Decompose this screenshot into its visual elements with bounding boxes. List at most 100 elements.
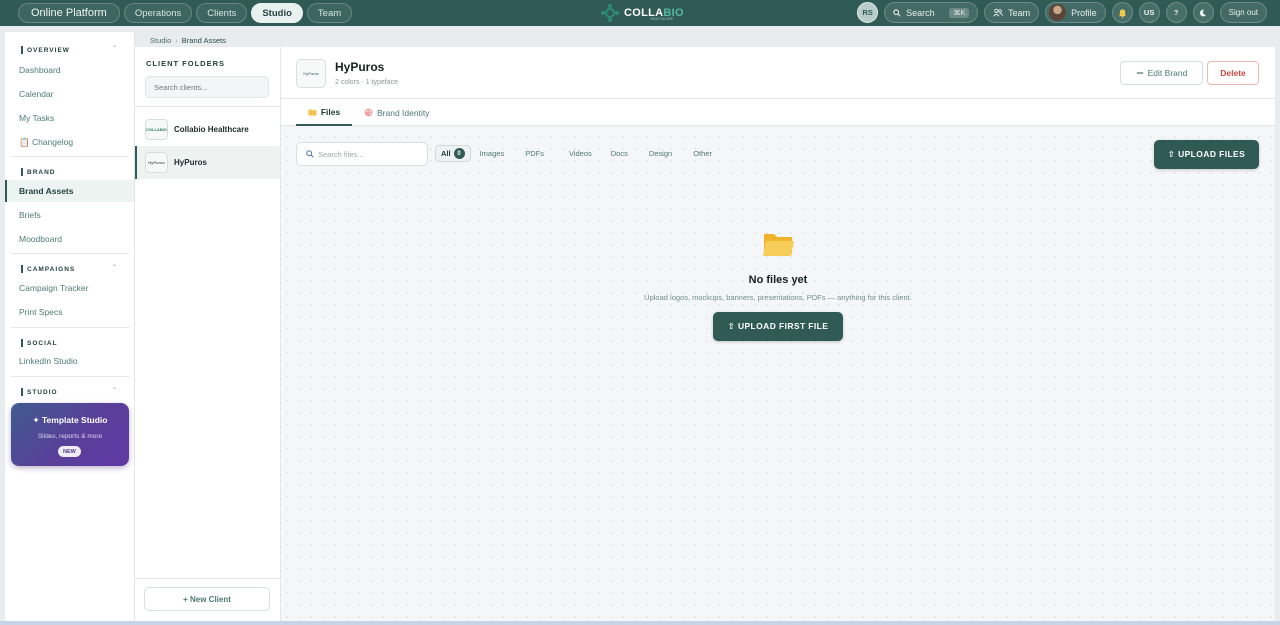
- team-label: Team: [1008, 7, 1031, 18]
- taskbar-edge: [0, 621, 1280, 625]
- edit-icon: [1136, 72, 1143, 74]
- filter-other[interactable]: Other: [681, 145, 721, 162]
- theme-toggle[interactable]: [1192, 2, 1214, 23]
- nav-studio[interactable]: Studio: [251, 3, 303, 23]
- search-clients-input[interactable]: [145, 76, 269, 98]
- main-content: HyPuros HyPuros 2 colors · 1 typeface Ed…: [281, 47, 1275, 621]
- collabio-logo-icon: [601, 4, 619, 22]
- search-shortcut: ⌘K: [949, 7, 970, 18]
- divider: [11, 253, 129, 254]
- divider: [11, 327, 129, 328]
- client-item-collabio[interactable]: COLLABIO Collabio Healthcare: [135, 113, 280, 146]
- client-logo: HyPuros: [145, 152, 168, 173]
- notifications-button[interactable]: [1111, 2, 1133, 23]
- top-actions: RS Search ⌘K Team Profile US ? Sign out: [857, 2, 1267, 23]
- help-button[interactable]: ?: [1165, 2, 1187, 23]
- filter-all[interactable]: All 0: [435, 145, 471, 162]
- upload-files-button[interactable]: ⇧ UPLOAD FILES: [1154, 140, 1259, 169]
- template-studio-card[interactable]: ✦ Template Studio Slides, reports & more…: [11, 403, 129, 466]
- new-client-button[interactable]: + New Client: [144, 587, 270, 611]
- divider: [135, 578, 280, 579]
- chevron-up-icon[interactable]: ⌃: [112, 387, 117, 394]
- filter-images[interactable]: Images: [471, 145, 514, 162]
- chevron-up-icon[interactable]: ⌃: [112, 45, 117, 52]
- breadcrumb-studio[interactable]: Studio: [150, 36, 171, 45]
- promo-subtitle: Slides, reports & more: [37, 433, 103, 440]
- promo-title: ✦ Template Studio: [32, 415, 108, 425]
- section-social[interactable]: SOCIAL: [21, 339, 58, 347]
- brand-meta: 2 colors · 1 typeface: [335, 79, 399, 86]
- nav-online-platform[interactable]: Online Platform: [18, 3, 120, 23]
- client-logo: COLLABIO: [145, 119, 168, 140]
- empty-state-title: No files yet: [748, 274, 808, 286]
- sidebar-item-dashboard[interactable]: Dashboard: [5, 59, 134, 81]
- brand-name: HyPuros: [335, 60, 385, 74]
- divider: [11, 376, 129, 377]
- edit-brand-button[interactable]: Edit Brand: [1120, 61, 1203, 85]
- new-badge: NEW: [58, 446, 81, 457]
- logo-subtitle: HEALTHCARE: [650, 17, 674, 21]
- sidebar-item-linkedin-studio[interactable]: LinkedIn Studio: [5, 350, 134, 372]
- team-icon: [993, 8, 1004, 17]
- sidebar-item-campaign-tracker[interactable]: Campaign Tracker: [5, 277, 134, 299]
- palette-icon: [364, 108, 373, 117]
- brand-logo[interactable]: HyPuros: [296, 59, 326, 88]
- upload-first-file-button[interactable]: ⇧ UPLOAD FIRST FILE: [713, 312, 843, 341]
- nav-team[interactable]: Team: [306, 3, 353, 23]
- section-campaigns[interactable]: CAMPAIGNS: [21, 265, 75, 273]
- search-files-input[interactable]: Search files...: [296, 142, 428, 166]
- user-avatar[interactable]: RS: [857, 2, 879, 23]
- tab-brand-identity[interactable]: Brand Identity: [364, 99, 429, 126]
- client-name: HyPuros: [174, 158, 207, 167]
- sidebar: OVERVIEW ⌃ Dashboard Calendar My Tasks 📋…: [5, 32, 135, 621]
- client-item-hypuros[interactable]: HyPuros HyPuros: [135, 146, 280, 179]
- file-type-filters: All 0 Images PDFs Videos Docs Design Oth…: [435, 145, 721, 162]
- search-icon: [306, 150, 314, 158]
- breadcrumb: Studio › Brand Assets: [150, 36, 226, 45]
- open-folder-icon: [763, 234, 794, 256]
- sidebar-item-moodboard[interactable]: Moodboard: [5, 228, 134, 250]
- nav-operations[interactable]: Operations: [123, 3, 193, 23]
- chevron-up-icon[interactable]: ⌃: [112, 264, 117, 271]
- section-studio[interactable]: STUDIO: [21, 388, 58, 396]
- filter-pdfs[interactable]: PDFs: [513, 145, 553, 162]
- empty-state-subtitle: Upload logos, mockups, banners, presenta…: [644, 293, 912, 302]
- filter-videos[interactable]: Videos: [553, 145, 601, 162]
- sidebar-item-calendar[interactable]: Calendar: [5, 83, 134, 105]
- all-count-badge: 0: [453, 148, 465, 159]
- profile-label: Profile: [1071, 7, 1097, 18]
- global-search-button[interactable]: Search ⌘K: [884, 2, 979, 23]
- divider: [135, 106, 280, 107]
- profile-button[interactable]: Profile: [1045, 2, 1106, 23]
- team-button[interactable]: Team: [984, 2, 1040, 23]
- section-brand[interactable]: BRAND: [21, 168, 55, 176]
- top-nav: Online Platform Operations Clients Studi…: [18, 3, 353, 23]
- profile-photo: [1049, 4, 1067, 21]
- sign-out-button[interactable]: Sign out: [1219, 2, 1267, 23]
- sidebar-item-brand-assets[interactable]: Brand Assets: [5, 180, 134, 202]
- breadcrumb-separator: ›: [175, 36, 178, 45]
- filter-design[interactable]: Design: [637, 145, 681, 162]
- moon-icon: [1200, 9, 1207, 16]
- section-overview[interactable]: OVERVIEW: [21, 46, 70, 54]
- language-button[interactable]: US: [1138, 2, 1160, 23]
- tab-files[interactable]: Files: [296, 99, 352, 126]
- client-folders-title: CLIENT FOLDERS: [146, 59, 225, 68]
- brand-tabs: Files Brand Identity: [281, 99, 1275, 126]
- brand-header: HyPuros HyPuros 2 colors · 1 typeface Ed…: [281, 47, 1275, 99]
- delete-brand-button[interactable]: Delete: [1207, 61, 1259, 85]
- filter-docs[interactable]: Docs: [601, 145, 637, 162]
- search-icon: [893, 8, 901, 17]
- sidebar-item-briefs[interactable]: Briefs: [5, 204, 134, 226]
- client-name: Collabio Healthcare: [174, 125, 249, 134]
- search-label: Search: [906, 7, 935, 18]
- divider: [11, 156, 129, 157]
- folder-icon: [308, 108, 317, 116]
- sidebar-item-changelog[interactable]: 📋 Changelog: [5, 131, 134, 153]
- search-files-placeholder: Search files...: [318, 149, 364, 159]
- bell-icon: [1118, 8, 1126, 18]
- nav-clients[interactable]: Clients: [196, 3, 248, 23]
- sidebar-item-print-specs[interactable]: Print Specs: [5, 301, 134, 323]
- edit-brand-label: Edit Brand: [1147, 68, 1188, 78]
- sidebar-item-my-tasks[interactable]: My Tasks: [5, 107, 134, 129]
